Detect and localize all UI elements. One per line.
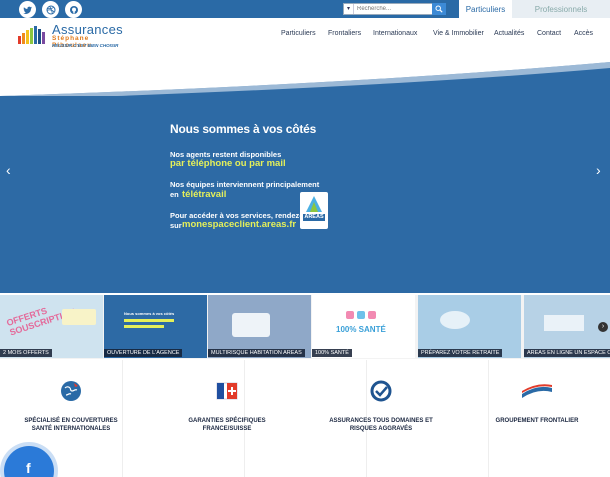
logo-tagline: RÉUSSIR C'EST BIEN CHOISIR — [52, 43, 119, 48]
nav-vie-immobilier[interactable]: Vie & Immobilier — [433, 30, 484, 37]
page: ▾ Particuliers Professionnels Assurances… — [0, 0, 610, 477]
areas-logo-icon — [303, 196, 325, 221]
slide-3-image — [232, 313, 270, 337]
logo-bars-icon — [18, 26, 45, 44]
search-input[interactable] — [354, 4, 434, 14]
header: Assurances Stéphane Piboulaeu RÉUSSIR C'… — [0, 18, 610, 56]
globe-icon — [61, 381, 81, 401]
logo[interactable]: Assurances Stéphane Piboulaeu RÉUSSIR C'… — [18, 22, 128, 52]
nav-contact[interactable]: Contact — [537, 30, 561, 37]
twitter-icon[interactable] — [19, 1, 36, 18]
nav-frontaliers[interactable]: Frontaliers — [328, 30, 361, 37]
hero-line-3b: sur — [170, 221, 182, 230]
tab-particuliers[interactable]: Particuliers — [459, 0, 512, 18]
flags-icon — [216, 382, 238, 400]
feature-france-suisse[interactable]: GARANTIES SPÉCIFIQUES FRANCE/SUISSE — [166, 360, 288, 477]
hero-yellow-2: télétravail — [182, 189, 227, 200]
slide-5-image — [440, 311, 470, 329]
slide-1-decoration — [62, 309, 96, 325]
hero-prev-button[interactable]: ‹ — [6, 162, 11, 178]
feature-4-label: GROUPEMENT FRONTALIER — [495, 418, 579, 424]
hero-yellow-3[interactable]: monespaceclient.areas.fr — [182, 219, 296, 230]
hero-title: Nous sommes à vos côtés — [170, 122, 317, 136]
promo-carousel: OFFERTS SOUSCRIPTION 2 MOIS OFFERTS Nous… — [0, 295, 610, 359]
search-box: ▾ — [343, 3, 446, 15]
slide-multirisque[interactable]: MULTIRISQUE HABITATION AREAS — [208, 295, 311, 358]
slide-3-caption: MULTIRISQUE HABITATION AREAS — [208, 349, 305, 357]
dribbble-icon[interactable] — [42, 1, 59, 18]
slide-ouverture-agence[interactable]: Nous sommes à vos côtés OUVERTURE DE L'A… — [104, 295, 207, 358]
search-scope-dropdown[interactable]: ▾ — [344, 4, 354, 14]
hero-slider: ‹ › Nous sommes à vos côtés Nos agents r… — [0, 56, 610, 293]
features-section: SPÉCIALISÉ EN COUVERTURES SANTÉ INTERNAT… — [0, 360, 610, 477]
nav-acces[interactable]: Accès — [574, 30, 593, 37]
slide-2-caption: OUVERTURE DE L'AGENCE — [104, 349, 183, 357]
hero-wave — [0, 56, 610, 96]
nav-particuliers[interactable]: Particuliers — [281, 30, 316, 37]
hero-line-2: Nos équipes interviennent principalement — [170, 180, 320, 189]
slide-2-line — [124, 319, 174, 322]
slide-4-caption: 100% SANTÉ — [312, 349, 352, 357]
feature-groupement-frontalier[interactable]: GROUPEMENT FRONTALIER — [476, 360, 598, 477]
slide-6-caption: AREAS EN LIGNE UN ESPACE CLIENT — [524, 349, 610, 357]
frontalier-logo-icon — [522, 384, 552, 398]
search-button[interactable] — [432, 3, 446, 15]
hero-yellow-1: par téléphone ou par mail — [170, 158, 286, 169]
slide-2-text: Nous sommes à vos côtés — [124, 311, 175, 316]
feature-2-label: GARANTIES SPÉCIFIQUES FRANCE/SUISSE — [188, 418, 266, 432]
slide-2-line — [124, 325, 164, 328]
slide-6-image — [544, 315, 584, 331]
feature-tous-domaines[interactable]: ASSURANCES TOUS DOMAINES ET RISQUES AGGR… — [320, 360, 442, 477]
areas-badge-label: AREAS — [304, 214, 324, 220]
github-icon[interactable] — [65, 1, 82, 18]
nav-internationaux[interactable]: Internationaux — [373, 30, 417, 37]
feature-1-label: SPÉCIALISÉ EN COUVERTURES SANTÉ INTERNAT… — [24, 418, 118, 432]
nav-actualites[interactable]: Actualités — [494, 30, 524, 37]
slide-100-sante[interactable]: 100% SANTÉ 100% SANTÉ — [312, 295, 415, 358]
search-icon — [435, 5, 443, 13]
slide-retraite[interactable]: PRÉPAREZ VOTRE RETRAITE — [418, 295, 521, 358]
areas-badge: AREAS — [300, 192, 328, 229]
feature-3-label: ASSURANCES TOUS DOMAINES ET RISQUES AGGR… — [329, 418, 433, 432]
slide-1-caption: 2 MOIS OFFERTS — [0, 349, 52, 357]
slide-4-icons — [346, 311, 376, 319]
shield-check-icon — [370, 380, 392, 402]
slide-5-caption: PRÉPAREZ VOTRE RETRAITE — [418, 349, 503, 357]
facebook-icon: f — [26, 460, 31, 476]
carousel-next-button[interactable]: › — [598, 322, 608, 332]
top-bar: ▾ Particuliers Professionnels — [0, 0, 610, 18]
slide-4-text: 100% SANTÉ — [336, 325, 386, 334]
slide-mois-offerts[interactable]: OFFERTS SOUSCRIPTION 2 MOIS OFFERTS — [0, 295, 103, 358]
hero-line-2b: en — [170, 190, 179, 199]
tab-professionnels[interactable]: Professionnels — [512, 0, 610, 18]
hero-next-button[interactable]: › — [596, 162, 601, 178]
